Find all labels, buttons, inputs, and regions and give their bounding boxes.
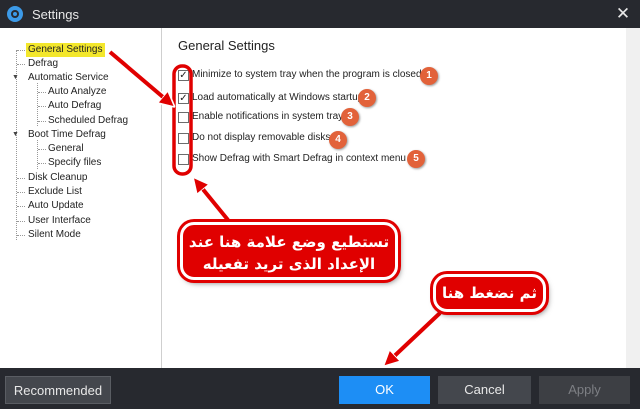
tree-item-general[interactable]: General [48,142,84,156]
callout-line: الإعداد الذى تريد تفعيله [202,255,376,273]
dialog-footer: Recommended OK Cancel Apply [0,368,640,409]
tree-item-auto-update[interactable]: Auto Update [28,199,84,213]
callout-line: تستطيع وضع علامة هنا عند [188,233,390,251]
tree-item-silent-mode[interactable]: Silent Mode [28,228,81,242]
app-logo-icon [7,6,23,22]
tree-item-automatic-service[interactable]: Automatic Service [28,71,109,85]
option-label: Minimize to system tray when the program… [192,69,422,80]
option-label: Enable notifications in system tray [192,111,344,122]
window-title: Settings [32,7,79,22]
tree-guide-line [37,140,38,169]
checkbox-checked[interactable]: ✓ [178,93,189,104]
checkbox-unchecked[interactable] [178,112,189,123]
tree-item-exclude-list[interactable]: Exclude List [28,185,82,199]
cancel-button[interactable]: Cancel [438,376,531,404]
option-label: Show Defrag with Smart Defrag in context… [192,153,406,164]
tree-item-auto-defrag[interactable]: Auto Defrag [48,99,101,113]
recommended-button[interactable]: Recommended [5,376,111,404]
settings-nav-tree: ▼ ▼ General Settings Defrag Automatic Se… [0,28,162,368]
tree-item-defrag[interactable]: Defrag [28,57,58,71]
title-bar: Settings ✕ [0,0,640,28]
annotation-callout-ok: ثم نضغط هنا [433,274,546,312]
option-label: Load automatically at Windows startup [192,92,364,103]
apply-button[interactable]: Apply [539,376,630,404]
collapse-toggle-icon[interactable]: ▼ [12,131,19,138]
step-badge-3: 3 [341,108,359,126]
annotation-callout-checkboxes: تستطيع وضع علامة هنا عند الإعداد الذى تر… [180,222,398,280]
settings-panel: General Settings ✓ Minimize to system tr… [163,28,640,368]
panel-heading: General Settings [178,38,275,53]
tree-item-user-interface[interactable]: User Interface [28,214,91,228]
tree-item-specify-files[interactable]: Specify files [48,156,101,170]
tree-item-scheduled-defrag[interactable]: Scheduled Defrag [48,114,128,128]
tree-guide-line [37,83,38,126]
scrollbar[interactable] [626,28,640,368]
step-badge-1: 1 [420,67,438,85]
checkbox-unchecked[interactable] [178,154,189,165]
close-icon[interactable]: ✕ [612,3,634,25]
checkbox-unchecked[interactable] [178,133,189,144]
tree-item-boot-time-defrag[interactable]: Boot Time Defrag [28,128,106,142]
tree-item-auto-analyze[interactable]: Auto Analyze [48,85,106,99]
tree-item-disk-cleanup[interactable]: Disk Cleanup [28,171,87,185]
step-badge-4: 4 [329,131,347,149]
step-badge-2: 2 [358,89,376,107]
collapse-toggle-icon[interactable]: ▼ [12,74,19,81]
option-label: Do not display removable disks [192,132,331,143]
step-badge-5: 5 [407,150,425,168]
tree-item-general-settings[interactable]: General Settings [26,43,105,57]
checkbox-checked[interactable]: ✓ [178,70,189,81]
ok-button[interactable]: OK [339,376,430,404]
